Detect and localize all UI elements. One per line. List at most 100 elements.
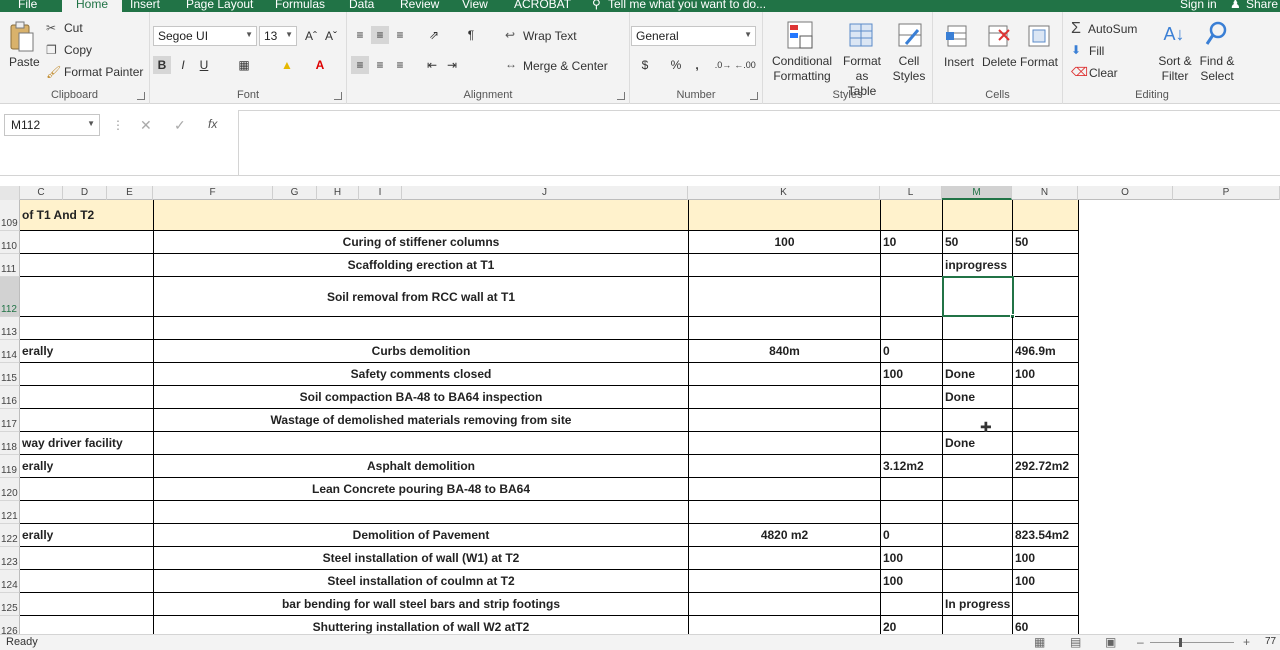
cell-n[interactable]: 50 [1013,231,1079,254]
cell-m[interactable]: In progress [943,593,1013,616]
find-select-button[interactable]: Find & Select [1197,54,1237,84]
align-middle-icon[interactable]: ≡ [371,26,389,44]
cell-k[interactable] [689,593,881,616]
row-header[interactable]: 123 [0,547,20,570]
cell-n[interactable]: 292.72m2 [1013,455,1079,478]
name-box[interactable]: M112 ▼ [4,114,100,136]
cell-n[interactable]: 100 [1013,570,1079,593]
cell-n[interactable] [1013,254,1079,277]
cell-k[interactable] [689,432,881,455]
normal-view-icon[interactable]: ▦ [1034,635,1045,649]
merge-center-button[interactable]: Merge & Center [523,59,608,73]
tab-acrobat[interactable]: ACROBAT [514,0,571,11]
cell-k[interactable] [689,254,881,277]
cell-k[interactable] [689,547,881,570]
tab-review[interactable]: Review [400,0,439,11]
cell-m[interactable] [943,547,1013,570]
wrap-text-button[interactable]: Wrap Text [523,29,577,43]
font-size-select[interactable]: 13 ▼ [259,26,297,46]
zoom-out-icon[interactable]: – [1137,635,1144,649]
cell-k[interactable]: 100 [689,231,881,254]
cell-m[interactable]: Done [943,363,1013,386]
cell-l[interactable] [881,386,943,409]
cell-m[interactable] [943,340,1013,363]
insert-button[interactable]: Insert [944,55,974,69]
row-header[interactable]: 119 [0,455,20,478]
cell-k[interactable] [689,455,881,478]
cell-m[interactable] [943,200,1013,231]
column-header[interactable]: N [1012,186,1078,200]
cell-l[interactable] [881,254,943,277]
column-header[interactable]: E [107,186,153,200]
number-format-select[interactable]: General ▼ [631,26,756,46]
cell-c[interactable] [20,363,154,386]
cell-m[interactable]: Done [943,386,1013,409]
currency-button[interactable]: $ [636,56,654,74]
cell-m[interactable] [943,570,1013,593]
zoom-slider-thumb[interactable] [1179,638,1182,647]
delete-button[interactable]: Delete [982,55,1017,69]
cell-j[interactable]: Steel installation of coulmn at T2 [154,570,689,593]
tab-formulas[interactable]: Formulas [275,0,325,11]
font-launcher-icon[interactable] [334,92,342,100]
cell-k[interactable] [689,478,881,501]
font-color-icon[interactable]: A [311,56,329,74]
grow-font-icon[interactable]: Aˆ [302,27,320,45]
align-right-icon[interactable]: ≡ [391,56,409,74]
cell-m[interactable] [943,478,1013,501]
cell-l[interactable]: 100 [881,547,943,570]
shrink-font-icon[interactable]: Aˇ [322,27,340,45]
cell-j[interactable]: Demolition of Pavement [154,524,689,547]
cell-c[interactable] [20,386,154,409]
text-direction-icon[interactable]: ¶ [462,26,480,44]
format-button[interactable]: Format [1020,55,1058,69]
column-header[interactable]: I [359,186,402,200]
cell-j[interactable] [154,200,689,231]
cell-n[interactable] [1013,593,1079,616]
zoom-in-icon[interactable]: + [1243,635,1250,649]
share-button[interactable]: Share [1246,0,1278,11]
column-header[interactable]: D [63,186,107,200]
cell-l[interactable]: 3.12m2 [881,455,943,478]
cell-j[interactable]: Lean Concrete pouring BA-48 to BA64 [154,478,689,501]
cell-k[interactable] [689,570,881,593]
cell-m[interactable] [943,524,1013,547]
row-header[interactable]: 114 [0,340,20,363]
select-all-corner[interactable] [0,186,20,200]
cell-j[interactable] [154,501,689,524]
fill-color-icon[interactable]: ▲ [278,56,296,74]
cell-m[interactable] [943,501,1013,524]
column-header[interactable]: K [688,186,880,200]
row-header[interactable]: 111 [0,254,20,277]
decrease-decimal-icon[interactable]: ←.00 [734,56,756,74]
italic-button[interactable]: I [174,56,192,74]
number-launcher-icon[interactable] [750,92,758,100]
cell-k[interactable] [689,277,881,317]
cell-j[interactable]: Steel installation of wall (W1) at T2 [154,547,689,570]
bold-button[interactable]: B [153,56,171,74]
sort-filter-button[interactable]: Sort & Filter [1155,54,1195,84]
cell-c[interactable] [20,478,154,501]
cell-j[interactable]: Shuttering installation of wall W2 atT2 [154,616,689,634]
align-left-icon[interactable]: ≡ [351,56,369,74]
cut-button[interactable]: Cut [64,21,83,35]
paste-button[interactable]: Paste [9,55,40,69]
worksheet-grid[interactable]: 109 of T1 And T2 110 Curing of stiffener co… [0,200,1280,634]
conditional-formatting-button[interactable]: Conditional Formatting [767,54,837,84]
cell-l[interactable] [881,478,943,501]
cell-l[interactable] [881,432,943,455]
cell-l[interactable] [881,593,943,616]
cell-k[interactable] [689,200,881,231]
cell-c[interactable] [20,317,154,340]
cell-j[interactable] [154,317,689,340]
cell-j[interactable]: Safety comments closed [154,363,689,386]
cell-c[interactable] [20,593,154,616]
column-header[interactable]: J [402,186,688,200]
page-layout-view-icon[interactable]: ▤ [1070,635,1081,649]
cell-c[interactable]: erally [20,340,154,363]
increase-decimal-icon[interactable]: .0→ [714,56,732,74]
tab-view[interactable]: View [462,0,488,11]
row-header[interactable]: 110 [0,231,20,254]
cell-m[interactable]: 50 [943,231,1013,254]
cell-l[interactable] [881,200,943,231]
